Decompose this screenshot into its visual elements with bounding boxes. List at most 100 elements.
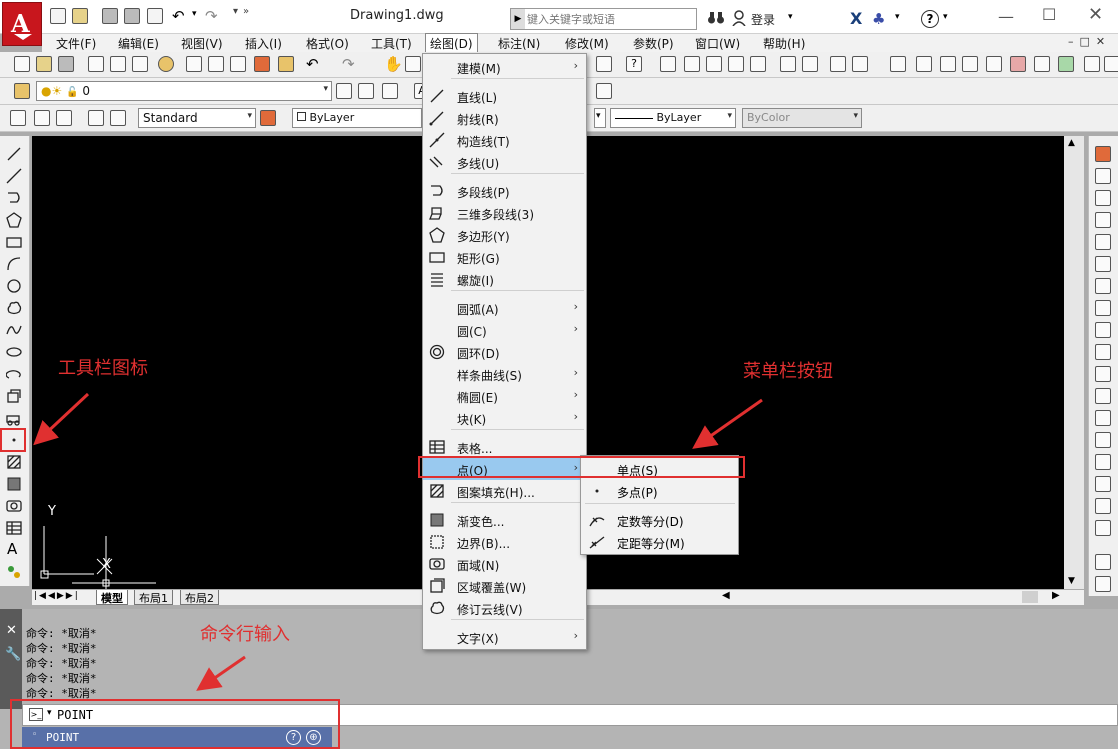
dim-arc-icon[interactable]: [10, 110, 26, 126]
menu-draw[interactable]: 绘图(D): [425, 33, 478, 54]
draw-menu-item[interactable]: 矩形(G): [423, 246, 586, 268]
spline-tool-icon[interactable]: [6, 322, 22, 338]
draw-menu-item[interactable]: 渐变色...: [423, 509, 586, 531]
search-expand-icon[interactable]: ▶: [511, 9, 525, 29]
menu-file[interactable]: 文件(F): [52, 35, 100, 52]
vertical-scrollbar[interactable]: ▲ ▼: [1064, 136, 1084, 589]
draworder-icon[interactable]: [1095, 554, 1111, 570]
scroll-left-icon[interactable]: ◀: [722, 590, 730, 601]
draw-menu-item[interactable]: 多段线(P): [423, 180, 586, 202]
close-icon[interactable]: ✕: [6, 623, 17, 638]
extend-icon[interactable]: [1095, 366, 1111, 382]
tab-layout2[interactable]: 布局2: [180, 590, 219, 605]
draw-menu-item[interactable]: 多边形(Y): [423, 224, 586, 246]
circle-tool-icon[interactable]: [6, 278, 22, 294]
zoom-center-icon[interactable]: [728, 56, 744, 72]
ellipse-arc-tool-icon[interactable]: [6, 366, 22, 382]
draw-menu-item[interactable]: 修订云线(V): [423, 597, 586, 619]
horizontal-scroll-thumb[interactable]: [1022, 591, 1038, 603]
zoom-extents-icon[interactable]: [852, 56, 868, 72]
redo-icon[interactable]: ↷: [205, 7, 218, 25]
export-pdf-icon[interactable]: [1010, 56, 1026, 72]
fillet-icon[interactable]: [1095, 476, 1111, 492]
undo-dropdown-icon[interactable]: ▾: [192, 9, 197, 19]
binoculars-icon[interactable]: [707, 11, 725, 25]
point-submenu-item[interactable]: 定数等分(D): [581, 509, 738, 531]
break-icon[interactable]: [1095, 410, 1111, 426]
layer-previous-icon[interactable]: [358, 83, 374, 99]
copy-icon[interactable]: [208, 56, 224, 72]
export-dwg-icon[interactable]: [986, 56, 1002, 72]
plotstyle-dropdown[interactable]: ByColor ▾: [742, 108, 862, 128]
linetype-dropdown[interactable]: ByLayer ▾: [610, 108, 736, 128]
document-window-controls[interactable]: –□✕: [1068, 35, 1111, 48]
copy-object-icon[interactable]: [1095, 168, 1111, 184]
polyline-tool-icon[interactable]: [6, 190, 22, 206]
a360-dropdown-icon[interactable]: ▾: [895, 12, 900, 22]
explode-icon[interactable]: [1095, 520, 1111, 536]
chamfer-icon[interactable]: [1095, 454, 1111, 470]
tab-navigation-icon[interactable]: |◀◀▶▶|: [34, 591, 80, 601]
a360-icon[interactable]: ♣: [872, 10, 885, 28]
move-icon[interactable]: [1095, 256, 1111, 272]
rectangle-tool-icon[interactable]: [6, 234, 22, 250]
menu-dimension[interactable]: 标注(N): [494, 35, 544, 52]
draw-menu-item[interactable]: 边界(B)...: [423, 531, 586, 553]
zoom-realtime-icon[interactable]: [405, 56, 421, 72]
help-icon[interactable]: ?: [921, 10, 939, 28]
scroll-right-icon[interactable]: ▶: [1052, 590, 1060, 601]
maximize-button[interactable]: ☐: [1042, 5, 1056, 24]
mirror-icon[interactable]: [1095, 190, 1111, 206]
image-icon[interactable]: [1034, 56, 1050, 72]
scale-icon[interactable]: [1095, 300, 1111, 316]
save-icon[interactable]: [102, 8, 118, 24]
zoom-in-icon[interactable]: [780, 56, 796, 72]
menu-help[interactable]: 帮助(H): [759, 35, 809, 52]
hatch-tool-icon[interactable]: [6, 454, 22, 470]
toolbar-icon-a[interactable]: [596, 56, 612, 72]
pan-icon[interactable]: ✋: [384, 55, 403, 73]
draw-menu-item[interactable]: 样条曲线(S) ›: [423, 363, 586, 385]
menu-edit[interactable]: 编辑(E): [114, 35, 163, 52]
open-icon[interactable]: [36, 56, 52, 72]
redo-icon[interactable]: ↷: [342, 55, 355, 73]
draw-menu-item[interactable]: 块(K) ›: [423, 407, 586, 429]
make-block-tool-icon[interactable]: [6, 410, 22, 426]
tab-layout1[interactable]: 布局1: [134, 590, 173, 605]
ellipse-tool-icon[interactable]: [6, 344, 22, 360]
tab-model[interactable]: 模型: [96, 590, 128, 605]
scroll-up-icon[interactable]: ▲: [1068, 138, 1075, 148]
color-dropdown[interactable]: ByLayer: [292, 108, 422, 128]
array-icon[interactable]: [1095, 234, 1111, 250]
export-dwf-icon[interactable]: [940, 56, 956, 72]
xline-tool-icon[interactable]: [6, 168, 22, 184]
make-current-layer-icon[interactable]: [336, 83, 352, 99]
draworder-back-icon[interactable]: [1095, 576, 1111, 592]
mtext-tool-icon[interactable]: A: [7, 540, 17, 558]
layer-dropdown[interactable]: ●☀ 🔓 0 ▾: [36, 81, 332, 101]
sheet-set-icon[interactable]: [890, 56, 906, 72]
break-at-point-icon[interactable]: [1095, 388, 1111, 404]
help-dropdown-icon[interactable]: ▾: [943, 12, 948, 22]
dim-jogged-icon[interactable]: [56, 110, 72, 126]
stretch-icon[interactable]: [1095, 322, 1111, 338]
point-submenu-item[interactable]: 定距等分(M): [581, 531, 738, 553]
draw-menu-item[interactable]: 圆环(D): [423, 341, 586, 363]
draw-menu-item[interactable]: 表格...: [423, 436, 586, 458]
zoom-object-icon[interactable]: [750, 56, 766, 72]
menu-view[interactable]: 视图(V): [177, 35, 227, 52]
insert-block-tool-icon[interactable]: [6, 388, 22, 404]
menu-tools[interactable]: 工具(T): [367, 35, 416, 52]
polygon-tool-icon[interactable]: [6, 212, 22, 228]
new-file-icon[interactable]: [50, 8, 66, 24]
draw-menu-item[interactable]: 圆弧(A) ›: [423, 297, 586, 319]
login-dropdown-icon[interactable]: ▾: [788, 12, 793, 22]
plot-icon[interactable]: [88, 56, 104, 72]
scroll-down-icon[interactable]: ▼: [1068, 576, 1075, 586]
save-icon[interactable]: [58, 56, 74, 72]
revcloud-tool-icon[interactable]: [6, 300, 22, 316]
color-dropdown-arrow-icon[interactable]: ▾: [594, 108, 606, 128]
point-submenu-item[interactable]: 多点(P): [581, 480, 738, 502]
draw-menu-item[interactable]: 图案填充(H)...: [423, 480, 586, 502]
draw-menu-item[interactable]: 椭圆(E) ›: [423, 385, 586, 407]
